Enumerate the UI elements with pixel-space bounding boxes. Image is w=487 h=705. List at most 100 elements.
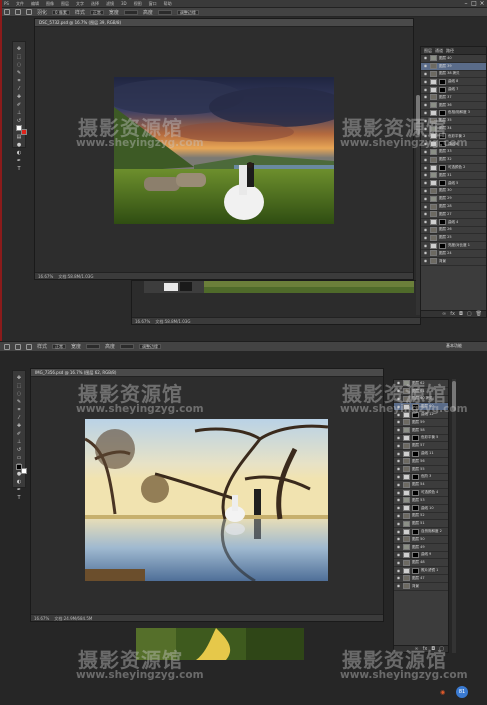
visibility-eye-icon[interactable]: ◉ (396, 521, 401, 526)
layer-row[interactable]: ◉ 图层 34 (421, 125, 486, 133)
layer-row[interactable]: ◉ 图层 25 (421, 234, 486, 243)
brush-tool-icon-2[interactable]: ✐ (15, 431, 23, 437)
close-icon[interactable]: × (478, 0, 486, 8)
layer-mask-thumbnail[interactable] (439, 219, 446, 226)
visibility-eye-icon[interactable]: ◉ (396, 420, 401, 424)
style-select-2[interactable]: 正常 (52, 344, 67, 349)
visibility-eye-icon[interactable]: ◉ (396, 576, 401, 580)
layer-thumbnail[interactable] (430, 156, 437, 163)
layer-thumbnail[interactable] (403, 380, 410, 387)
layer-thumbnail[interactable] (403, 388, 410, 395)
layer-mask-thumbnail[interactable] (412, 567, 419, 574)
visibility-eye-icon[interactable]: ◉ (423, 259, 428, 263)
type-tool-icon-2[interactable]: T (15, 495, 23, 501)
layer-thumbnail[interactable] (430, 55, 437, 62)
layer-row[interactable]: ◉ 色阶 3 (394, 473, 448, 482)
layer-thumbnail[interactable] (430, 102, 437, 109)
layer-row[interactable]: ◉ 图层 27 (421, 211, 486, 219)
eyedropper-tool-icon[interactable]: ⁄ (15, 86, 23, 92)
add-selection-icon[interactable] (26, 9, 32, 15)
layer-row[interactable]: ◉ 图层 37 (421, 94, 486, 102)
layer-mask-thumbnail[interactable] (439, 242, 446, 249)
layer-mask-thumbnail[interactable] (412, 450, 419, 457)
layer-row[interactable]: ◉ 图层 47 (394, 575, 448, 583)
add-selection-icon-2[interactable] (26, 343, 32, 350)
menu-item[interactable]: 选择 (91, 1, 99, 7)
layer-row[interactable]: ◉ 曲线 5 (421, 180, 486, 188)
layer-thumbnail[interactable] (430, 117, 437, 124)
layer-row[interactable]: ◉ 图层 32 (421, 156, 486, 165)
layer-mask-thumbnail[interactable] (439, 133, 446, 140)
layer-row[interactable]: ◉ 图层 53 (394, 497, 448, 505)
menu-item[interactable]: 编辑 (31, 1, 39, 7)
layer-row[interactable]: ◉ 图层 59 (394, 419, 448, 427)
menu-item[interactable]: 滤镜 (106, 1, 114, 7)
layer-mask-thumbnail[interactable] (439, 180, 446, 187)
visibility-eye-icon[interactable]: ◉ (396, 552, 401, 557)
menu-item[interactable]: 文字 (76, 1, 84, 7)
layer-row[interactable]: ◉ 照片滤镜 1 (394, 567, 448, 575)
adjustment-layer-icon[interactable] (403, 403, 410, 410)
adjustment-layer-icon[interactable] (403, 450, 410, 457)
layer-thumbnail[interactable] (403, 481, 410, 488)
add-mask-icon[interactable]: ◘ (459, 311, 463, 317)
document-tab-2[interactable]: IMG_7356.psd @ 16.7% (图层 62, RGB/8) (31, 369, 383, 377)
layer-mask-thumbnail[interactable] (439, 78, 446, 85)
layer-row[interactable]: ◉ 图层 24 (421, 250, 486, 258)
minimize-icon[interactable]: – (462, 0, 470, 8)
layer-mask-thumbnail[interactable] (412, 489, 419, 496)
visibility-eye-icon[interactable]: ◉ (423, 126, 428, 131)
layer-thumbnail[interactable] (403, 544, 410, 551)
adjustment-layer-icon[interactable] (403, 473, 410, 480)
visibility-eye-icon[interactable]: ◉ (423, 87, 428, 92)
layer-row[interactable]: ◉ 图层 38 拷贝 (421, 70, 486, 79)
scrollbar-thumb-2[interactable] (452, 381, 456, 411)
visibility-eye-icon[interactable]: ◉ (396, 451, 401, 456)
visibility-eye-icon[interactable]: ◉ (423, 79, 428, 84)
visibility-eye-icon[interactable]: ◉ (396, 513, 401, 518)
chat-icon[interactable]: ◉ (440, 689, 445, 696)
layer-thumbnail[interactable] (403, 419, 410, 426)
layer-mask-thumbnail[interactable] (412, 403, 419, 410)
layer-mask-thumbnail[interactable] (439, 86, 446, 93)
layer-thumbnail[interactable] (430, 250, 437, 257)
layer-row[interactable]: ◉ 曲线 9 (394, 551, 448, 560)
layer-mask-thumbnail[interactable] (412, 505, 419, 512)
visibility-eye-icon[interactable]: ◉ (396, 529, 401, 534)
lasso-tool-icon-2[interactable]: ◌ (15, 391, 23, 397)
visibility-eye-icon[interactable]: ◉ (396, 584, 401, 588)
visibility-eye-icon[interactable]: ◉ (396, 474, 401, 479)
layer-thumbnail[interactable] (403, 512, 410, 519)
layer-thumbnail[interactable] (430, 125, 437, 132)
visibility-eye-icon[interactable]: ◉ (423, 64, 428, 68)
adjustment-layer-icon[interactable] (430, 180, 437, 187)
visibility-eye-icon[interactable]: ◉ (423, 110, 428, 115)
layer-row[interactable]: ◉ 图层 54 (394, 481, 448, 490)
adjustment-layer-icon[interactable] (430, 164, 437, 171)
menu-item[interactable]: 文件 (16, 1, 24, 7)
layer-thumbnail[interactable] (403, 466, 410, 473)
layer-row[interactable]: ◉ 自然饱和度 2 (394, 528, 448, 536)
layer-row[interactable]: ◉ 曲线 11 (394, 450, 448, 458)
layer-thumbnail[interactable] (403, 575, 410, 582)
layer-row[interactable]: ◉ 背景 (394, 583, 448, 591)
height-input[interactable] (157, 9, 172, 15)
visibility-eye-icon[interactable]: ◉ (396, 404, 401, 409)
layer-row[interactable]: ◉ 图层 29 (421, 195, 486, 204)
brush-tool-icon[interactable]: ✐ (15, 102, 23, 108)
width-input-2[interactable] (86, 344, 101, 349)
visibility-eye-icon[interactable]: ◉ (423, 56, 428, 60)
layer-row[interactable]: ◉ 图层 52 (394, 512, 448, 521)
visibility-eye-icon[interactable]: ◉ (396, 389, 401, 393)
layer-row[interactable]: ◉ 曲线 10 (394, 505, 448, 513)
marquee-tool-icon[interactable]: ⬚ (15, 54, 23, 60)
adjustment-layer-icon[interactable] (403, 528, 410, 535)
layer-thumbnail[interactable] (403, 442, 410, 449)
layer-thumbnail[interactable] (430, 203, 437, 210)
layer-row[interactable]: ◉ 图层 50 (394, 536, 448, 544)
adjustment-layer-icon[interactable] (403, 411, 410, 418)
visibility-eye-icon[interactable]: ◉ (396, 498, 401, 502)
layer-thumbnail[interactable] (403, 536, 410, 543)
healing-brush-icon[interactable]: ✚ (15, 94, 23, 100)
layer-row[interactable]: ◉ 色相/饱和度 3 (421, 109, 486, 118)
